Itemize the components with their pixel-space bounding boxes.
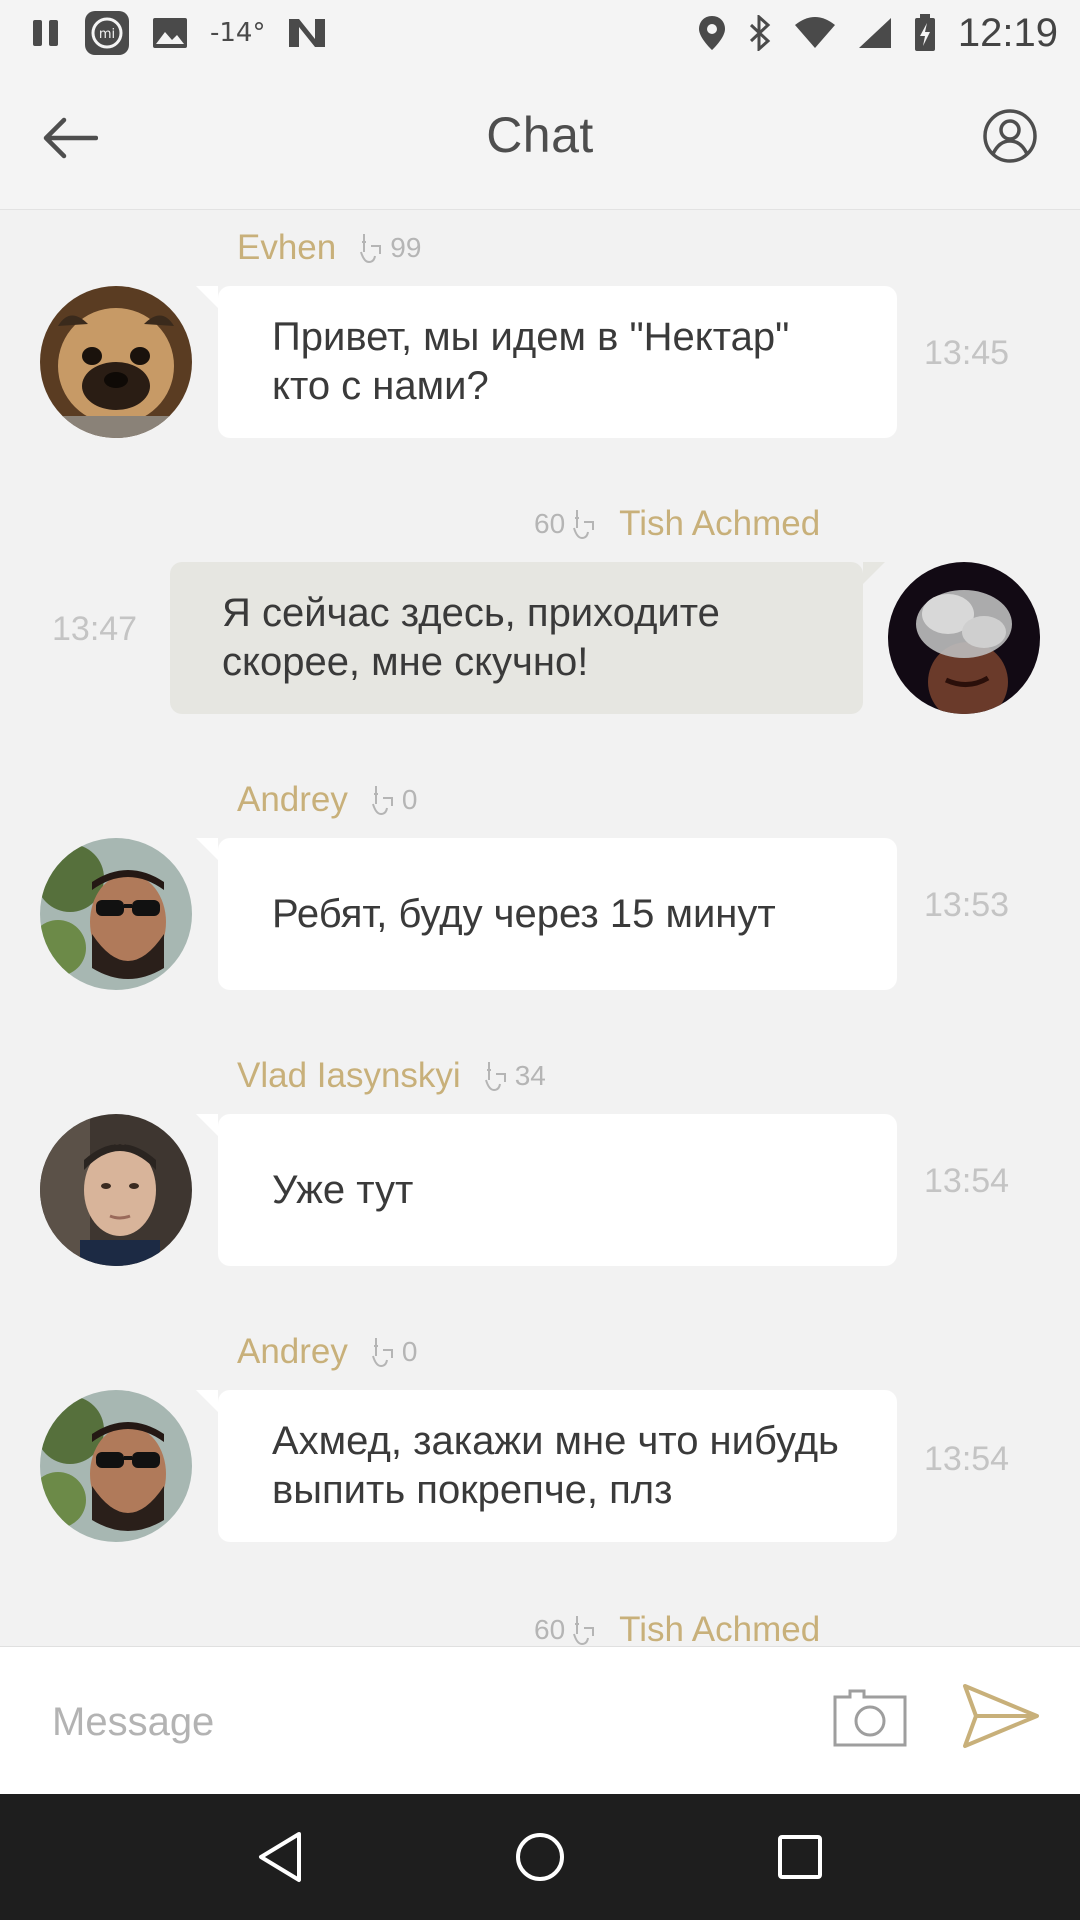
author-name: Evhen	[237, 228, 337, 267]
profile-button[interactable]	[980, 106, 1040, 166]
message-text: Привет, мы идем в "Нектар" кто с нами?	[272, 315, 790, 408]
author-name: Andrey	[237, 1332, 348, 1371]
location-icon	[698, 15, 726, 51]
app-bar: Chat	[0, 66, 1080, 210]
message-input[interactable]	[52, 1687, 792, 1757]
image-icon	[152, 17, 188, 49]
avatar[interactable]	[40, 838, 192, 990]
pause-icon	[30, 17, 62, 49]
avatar[interactable]	[40, 286, 192, 438]
likes-value: 60	[534, 1614, 566, 1645]
likes-value: 34	[514, 1060, 546, 1091]
hookah-icon	[360, 234, 382, 264]
avatar[interactable]	[40, 1114, 192, 1266]
message-time: 13:54	[924, 1162, 1010, 1200]
message-bubble[interactable]: Привет, мы идем в "Нектар" кто с нами?	[196, 286, 897, 438]
likes-count: 99	[358, 232, 421, 264]
n-logo-icon	[287, 17, 327, 49]
message-composer	[0, 1646, 1080, 1794]
author-row: Evhen 99	[237, 228, 421, 268]
nav-back-icon	[259, 1832, 301, 1882]
likes-value: 99	[390, 232, 422, 263]
nav-recents-button[interactable]	[760, 1817, 840, 1897]
send-button[interactable]	[962, 1683, 1040, 1749]
author-row: Andrey 0	[237, 780, 417, 820]
camera-button[interactable]	[832, 1685, 908, 1749]
user-circle-icon	[983, 109, 1037, 163]
likes-count: 0	[370, 784, 418, 816]
author-name: Tish Achmed	[619, 1610, 821, 1646]
avatar[interactable]	[888, 562, 1040, 714]
likes-count: 34	[483, 1060, 546, 1092]
page-title: Chat	[486, 107, 594, 163]
message-bubble[interactable]: Ахмед, закажи мне что нибудь выпить покр…	[196, 1390, 897, 1542]
status-right: 12:19	[698, 11, 1058, 56]
message-text: Я сейчас здесь, приходите скорее, мне ск…	[222, 591, 720, 684]
nav-home-button[interactable]	[500, 1817, 580, 1897]
hookah-icon	[484, 1062, 506, 1092]
author-name: Tish Achmed	[619, 504, 821, 543]
hookah-icon	[371, 786, 393, 816]
hookah-icon	[371, 1338, 393, 1368]
message-time: 13:53	[924, 886, 1010, 924]
message-bubble[interactable]: Я сейчас здесь, приходите скорее, мне ск…	[170, 562, 885, 714]
author-name: Vlad Iasynskyi	[237, 1056, 461, 1095]
message-text: Уже тут	[272, 1167, 414, 1212]
nav-home-icon	[516, 1833, 564, 1881]
nav-recents-icon	[778, 1835, 822, 1879]
mi-icon: mi	[84, 10, 130, 56]
likes-value: 60	[534, 508, 566, 539]
author-row: 60 Tish Achmed	[534, 504, 820, 544]
nav-back-button[interactable]	[240, 1817, 320, 1897]
message-time: 13:45	[924, 334, 1010, 372]
author-row: Vlad Iasynskyi 34	[237, 1056, 546, 1096]
avatar[interactable]	[40, 1390, 192, 1542]
author-row: Andrey 0	[237, 1332, 417, 1372]
author-row: 60 Tish Achmed	[534, 1610, 820, 1646]
hookah-icon	[573, 510, 595, 540]
camera-icon	[833, 1689, 907, 1747]
author-name: Andrey	[237, 780, 348, 819]
send-icon	[963, 1684, 1039, 1748]
likes-count: 60	[534, 508, 597, 540]
likes-value: 0	[401, 1336, 418, 1367]
message-text: Ребят, буду через 15 минут	[272, 891, 776, 936]
message-bubble[interactable]: Ребят, буду через 15 минут	[196, 838, 897, 990]
chat-area[interactable]: Evhen 99 Привет, мы идем в "Нектар" кто …	[0, 210, 1080, 1646]
likes-count: 60	[534, 1614, 597, 1646]
temperature-text: -14°	[210, 18, 266, 48]
message-text: Ахмед, закажи мне что нибудь выпить покр…	[272, 1419, 839, 1512]
clock: 12:19	[957, 10, 1058, 55]
wifi-icon	[794, 17, 836, 49]
system-nav-bar	[0, 1794, 1080, 1920]
likes-value: 0	[401, 784, 418, 815]
message-bubble[interactable]: Уже тут	[196, 1114, 897, 1266]
message-time: 13:54	[924, 1440, 1010, 1478]
hookah-icon	[573, 1616, 595, 1646]
status-left: mi -14°	[30, 10, 327, 56]
signal-icon	[858, 17, 892, 49]
status-bar: mi -14° 12:19	[0, 0, 1080, 66]
battery-icon	[914, 14, 936, 52]
svg-text:mi: mi	[99, 27, 115, 42]
bluetooth-icon	[748, 15, 772, 51]
likes-count: 0	[370, 1336, 418, 1368]
message-time: 13:47	[52, 610, 138, 648]
